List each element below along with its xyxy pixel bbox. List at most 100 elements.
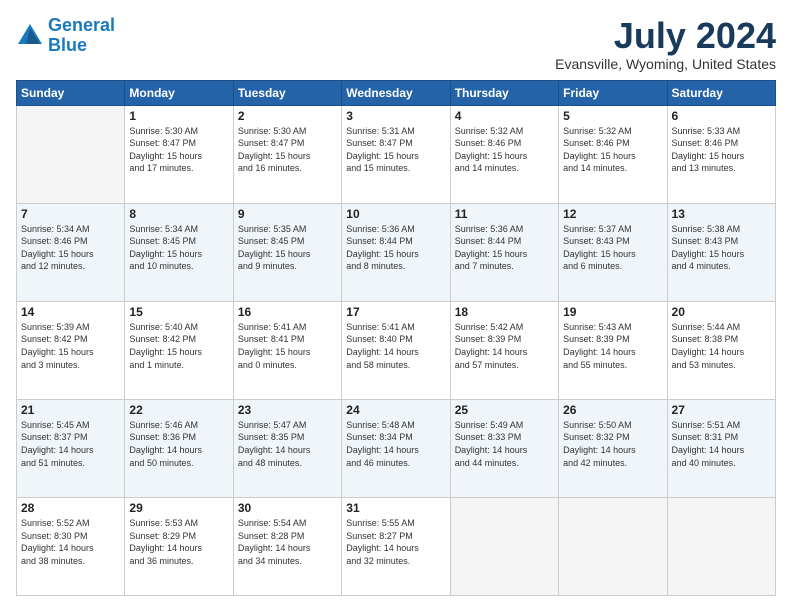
calendar-cell: 9 Sunrise: 5:35 AM Sunset: 8:45 PM Daylig… <box>233 203 341 301</box>
day-number: 1 <box>129 109 228 123</box>
calendar-cell <box>450 497 558 595</box>
day-info: Sunrise: 5:51 AM Sunset: 8:31 PM Dayligh… <box>672 419 771 469</box>
day-number: 8 <box>129 207 228 221</box>
calendar-week-2: 14 Sunrise: 5:39 AM Sunset: 8:42 PM Dayli… <box>17 301 776 399</box>
day-number: 29 <box>129 501 228 515</box>
day-number: 20 <box>672 305 771 319</box>
day-number: 18 <box>455 305 554 319</box>
calendar-cell: 3 Sunrise: 5:31 AM Sunset: 8:47 PM Daylig… <box>342 105 450 203</box>
calendar-cell: 8 Sunrise: 5:34 AM Sunset: 8:45 PM Daylig… <box>125 203 233 301</box>
day-number: 26 <box>563 403 662 417</box>
calendar-week-0: 1 Sunrise: 5:30 AM Sunset: 8:47 PM Daylig… <box>17 105 776 203</box>
day-info: Sunrise: 5:48 AM Sunset: 8:34 PM Dayligh… <box>346 419 445 469</box>
day-info: Sunrise: 5:36 AM Sunset: 8:44 PM Dayligh… <box>346 223 445 273</box>
calendar-cell: 1 Sunrise: 5:30 AM Sunset: 8:47 PM Daylig… <box>125 105 233 203</box>
day-number: 23 <box>238 403 337 417</box>
day-header-sunday: Sunday <box>17 80 125 105</box>
day-number: 15 <box>129 305 228 319</box>
day-number: 17 <box>346 305 445 319</box>
calendar-cell: 14 Sunrise: 5:39 AM Sunset: 8:42 PM Dayli… <box>17 301 125 399</box>
calendar-cell: 28Sunrise: 5:52 AM Sunset: 8:30 PM Dayli… <box>17 497 125 595</box>
calendar-cell: 15 Sunrise: 5:40 AM Sunset: 8:42 PM Dayli… <box>125 301 233 399</box>
location: Evansville, Wyoming, United States <box>555 56 776 72</box>
day-number: 7 <box>21 207 120 221</box>
calendar-cell: 11Sunrise: 5:36 AM Sunset: 8:44 PM Dayli… <box>450 203 558 301</box>
day-number: 30 <box>238 501 337 515</box>
calendar-cell: 6 Sunrise: 5:33 AM Sunset: 8:46 PM Daylig… <box>667 105 775 203</box>
logo-icon <box>16 22 44 50</box>
calendar-cell <box>17 105 125 203</box>
calendar-cell: 16 Sunrise: 5:41 AM Sunset: 8:41 PM Dayli… <box>233 301 341 399</box>
month-title: July 2024 <box>555 16 776 56</box>
day-number: 31 <box>346 501 445 515</box>
calendar-cell: 18 Sunrise: 5:42 AM Sunset: 8:39 PM Dayli… <box>450 301 558 399</box>
day-info: Sunrise: 5:35 AM Sunset: 8:45 PM Dayligh… <box>238 223 337 273</box>
calendar-cell: 20 Sunrise: 5:44 AM Sunset: 8:38 PM Dayli… <box>667 301 775 399</box>
day-info: Sunrise: 5:33 AM Sunset: 8:46 PM Dayligh… <box>672 125 771 175</box>
day-number: 9 <box>238 207 337 221</box>
calendar-cell: 2Sunrise: 5:30 AM Sunset: 8:47 PM Daylig… <box>233 105 341 203</box>
day-info: Sunrise: 5:32 AM Sunset: 8:46 PM Dayligh… <box>563 125 662 175</box>
calendar-cell: 4Sunrise: 5:32 AM Sunset: 8:46 PM Daylig… <box>450 105 558 203</box>
calendar-header-row: SundayMondayTuesdayWednesdayThursdayFrid… <box>17 80 776 105</box>
title-area: July 2024 Evansville, Wyoming, United St… <box>555 16 776 72</box>
day-number: 6 <box>672 109 771 123</box>
day-number: 14 <box>21 305 120 319</box>
day-info: Sunrise: 5:38 AM Sunset: 8:43 PM Dayligh… <box>672 223 771 273</box>
day-info: Sunrise: 5:32 AM Sunset: 8:46 PM Dayligh… <box>455 125 554 175</box>
day-number: 3 <box>346 109 445 123</box>
day-number: 11 <box>455 207 554 221</box>
day-info: Sunrise: 5:34 AM Sunset: 8:45 PM Dayligh… <box>129 223 228 273</box>
calendar-cell: 25 Sunrise: 5:49 AM Sunset: 8:33 PM Dayli… <box>450 399 558 497</box>
day-number: 5 <box>563 109 662 123</box>
day-header-friday: Friday <box>559 80 667 105</box>
day-number: 27 <box>672 403 771 417</box>
day-info: Sunrise: 5:42 AM Sunset: 8:39 PM Dayligh… <box>455 321 554 371</box>
calendar-cell: 13 Sunrise: 5:38 AM Sunset: 8:43 PM Dayli… <box>667 203 775 301</box>
day-number: 24 <box>346 403 445 417</box>
calendar-cell: 5 Sunrise: 5:32 AM Sunset: 8:46 PM Daylig… <box>559 105 667 203</box>
day-info: Sunrise: 5:43 AM Sunset: 8:39 PM Dayligh… <box>563 321 662 371</box>
day-info: Sunrise: 5:44 AM Sunset: 8:38 PM Dayligh… <box>672 321 771 371</box>
day-info: Sunrise: 5:37 AM Sunset: 8:43 PM Dayligh… <box>563 223 662 273</box>
day-number: 16 <box>238 305 337 319</box>
day-info: Sunrise: 5:53 AM Sunset: 8:29 PM Dayligh… <box>129 517 228 567</box>
day-header-thursday: Thursday <box>450 80 558 105</box>
calendar-cell <box>559 497 667 595</box>
calendar-cell: 19 Sunrise: 5:43 AM Sunset: 8:39 PM Dayli… <box>559 301 667 399</box>
day-number: 28 <box>21 501 120 515</box>
day-info: Sunrise: 5:55 AM Sunset: 8:27 PM Dayligh… <box>346 517 445 567</box>
day-info: Sunrise: 5:50 AM Sunset: 8:32 PM Dayligh… <box>563 419 662 469</box>
day-number: 19 <box>563 305 662 319</box>
logo-text: General Blue <box>48 16 115 56</box>
day-header-tuesday: Tuesday <box>233 80 341 105</box>
calendar-week-1: 7Sunrise: 5:34 AM Sunset: 8:46 PM Daylig… <box>17 203 776 301</box>
day-info: Sunrise: 5:45 AM Sunset: 8:37 PM Dayligh… <box>21 419 120 469</box>
day-info: Sunrise: 5:40 AM Sunset: 8:42 PM Dayligh… <box>129 321 228 371</box>
day-info: Sunrise: 5:46 AM Sunset: 8:36 PM Dayligh… <box>129 419 228 469</box>
day-info: Sunrise: 5:54 AM Sunset: 8:28 PM Dayligh… <box>238 517 337 567</box>
day-number: 2 <box>238 109 337 123</box>
calendar-week-3: 21 Sunrise: 5:45 AM Sunset: 8:37 PM Dayli… <box>17 399 776 497</box>
day-info: Sunrise: 5:31 AM Sunset: 8:47 PM Dayligh… <box>346 125 445 175</box>
day-info: Sunrise: 5:47 AM Sunset: 8:35 PM Dayligh… <box>238 419 337 469</box>
day-header-monday: Monday <box>125 80 233 105</box>
calendar-cell: 24 Sunrise: 5:48 AM Sunset: 8:34 PM Dayli… <box>342 399 450 497</box>
calendar-cell: 12Sunrise: 5:37 AM Sunset: 8:43 PM Dayli… <box>559 203 667 301</box>
calendar-cell: 31 Sunrise: 5:55 AM Sunset: 8:27 PM Dayli… <box>342 497 450 595</box>
calendar-week-4: 28Sunrise: 5:52 AM Sunset: 8:30 PM Dayli… <box>17 497 776 595</box>
day-number: 13 <box>672 207 771 221</box>
day-info: Sunrise: 5:30 AM Sunset: 8:47 PM Dayligh… <box>129 125 228 175</box>
day-info: Sunrise: 5:41 AM Sunset: 8:40 PM Dayligh… <box>346 321 445 371</box>
day-info: Sunrise: 5:41 AM Sunset: 8:41 PM Dayligh… <box>238 321 337 371</box>
calendar-table: SundayMondayTuesdayWednesdayThursdayFrid… <box>16 80 776 596</box>
calendar-cell: 17 Sunrise: 5:41 AM Sunset: 8:40 PM Dayli… <box>342 301 450 399</box>
day-number: 25 <box>455 403 554 417</box>
day-number: 21 <box>21 403 120 417</box>
day-info: Sunrise: 5:39 AM Sunset: 8:42 PM Dayligh… <box>21 321 120 371</box>
day-number: 22 <box>129 403 228 417</box>
day-info: Sunrise: 5:49 AM Sunset: 8:33 PM Dayligh… <box>455 419 554 469</box>
calendar-cell: 29 Sunrise: 5:53 AM Sunset: 8:29 PM Dayli… <box>125 497 233 595</box>
page: General Blue July 2024 Evansville, Wyomi… <box>0 0 792 612</box>
calendar-cell: 30 Sunrise: 5:54 AM Sunset: 8:28 PM Dayli… <box>233 497 341 595</box>
